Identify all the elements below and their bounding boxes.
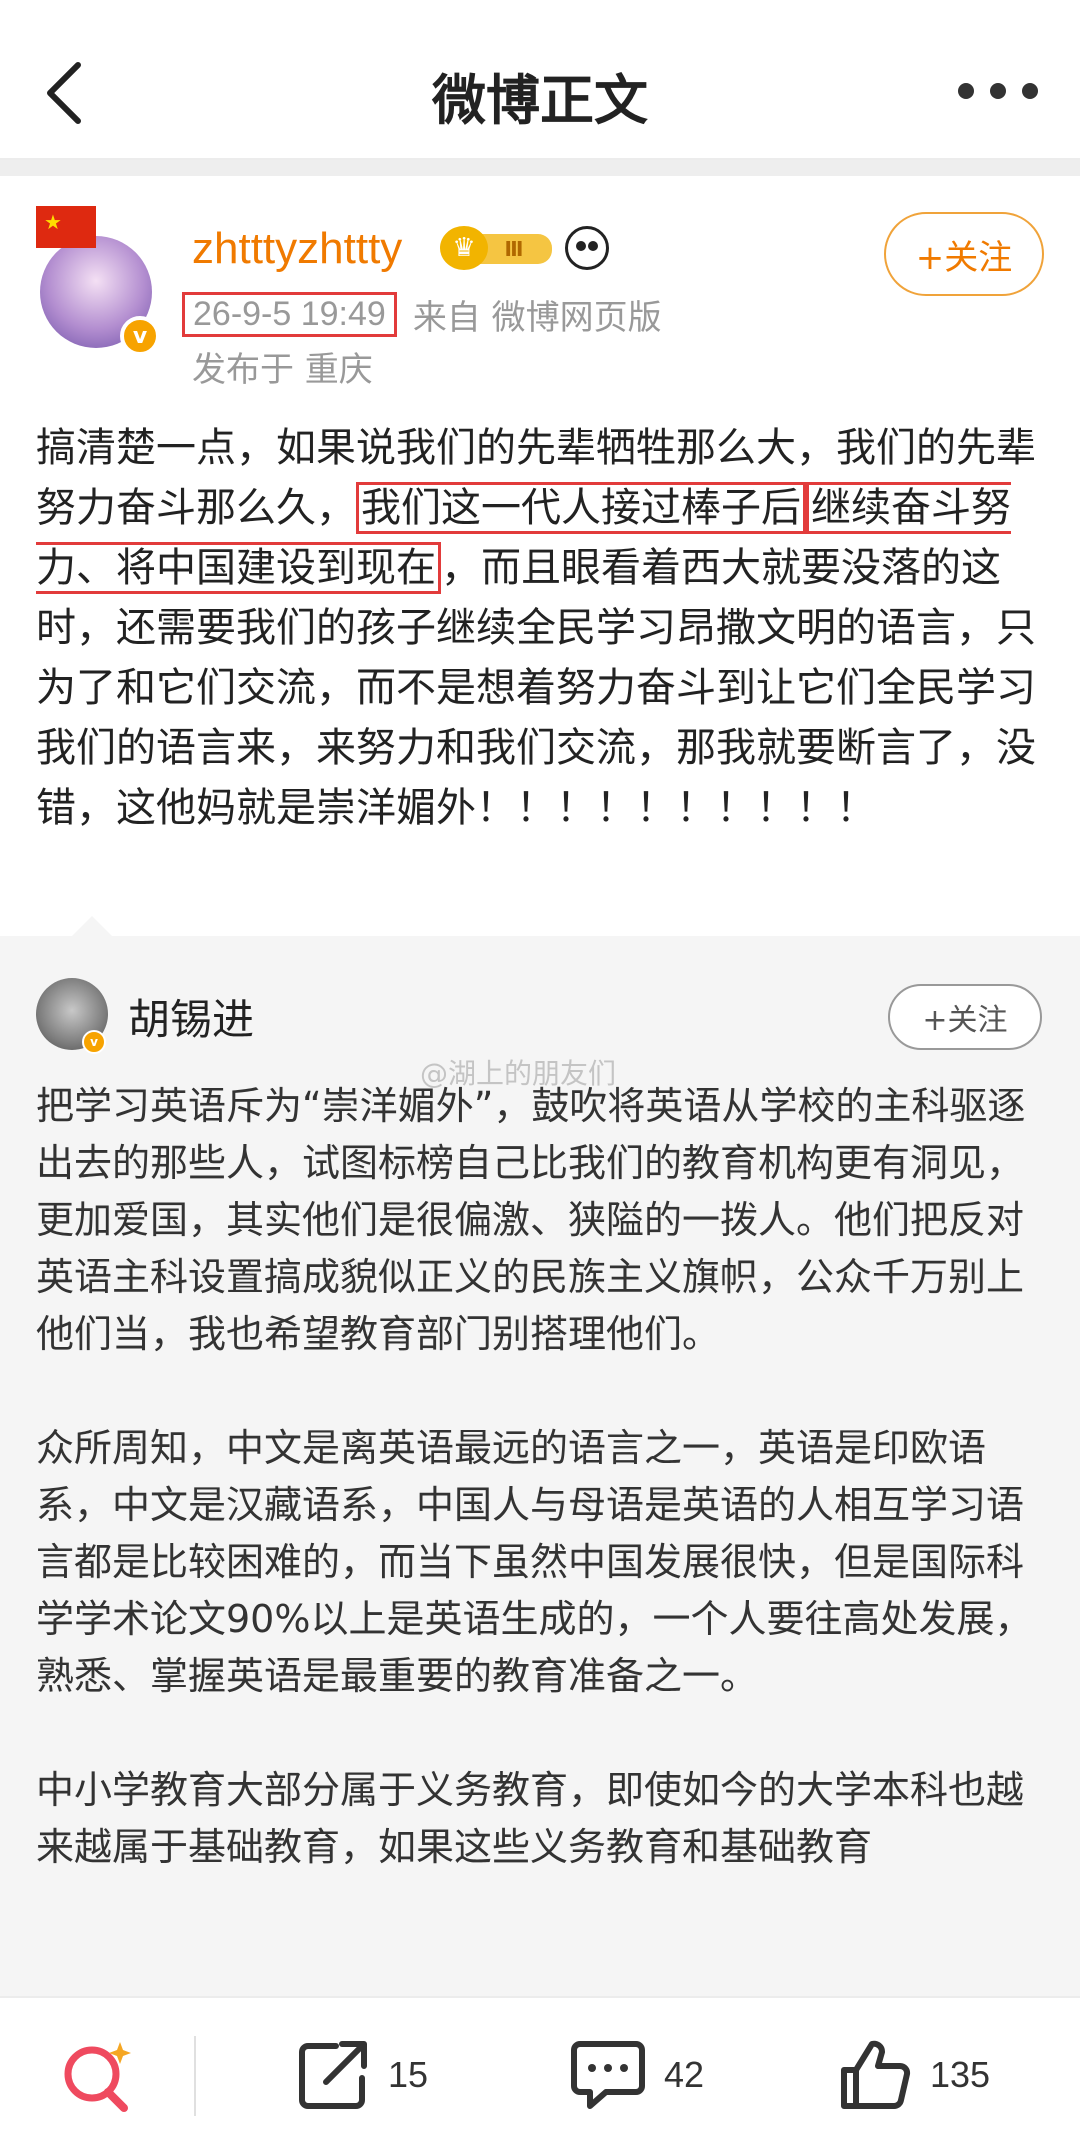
bar-divider (194, 2036, 196, 2116)
like-count: 135 (930, 2054, 991, 2095)
section-divider (0, 160, 1080, 176)
crown-icon: ♛ (440, 226, 488, 270)
reposted-weibo[interactable]: v 胡锡进 +关注 @湖上的朋友们 把学习英语斥为“崇洋媚外”，鼓吹将英语从学校… (0, 916, 1080, 1996)
repost-count: 15 (388, 2054, 429, 2095)
bottom-action-bar: 15 42 135 (0, 1996, 1080, 2146)
post-meta: 26-9-5 19:49 来自 微博网页版 (182, 290, 662, 339)
weibo-post: ★ v zhtttyzhttty Ⅲ ♛ +关注 26-9-5 19:49 来自… (0, 176, 1080, 936)
repost-button[interactable]: 15 (296, 2038, 428, 2112)
more-dot-icon (958, 83, 974, 99)
panda-icon[interactable] (565, 226, 609, 270)
more-options-button[interactable] (958, 76, 1038, 106)
comment-icon (571, 2041, 645, 2109)
post-time: 26-9-5 19:49 (182, 292, 397, 337)
highlighted-text: 我们这一代人接过棒子后 (356, 482, 806, 534)
more-dot-icon (990, 83, 1006, 99)
china-flag-icon: ★ (36, 206, 96, 248)
post-location: 发布于 重庆 (192, 350, 373, 390)
post-content: 搞清楚一点，如果说我们的先辈牺牲那么大，我们的先辈努力奋斗那么久， 我们这一代人接… (36, 418, 1046, 838)
top-nav-bar: 微博正文 (0, 0, 1080, 160)
repost-content: 把学习英语斥为“崇洋媚外”，鼓吹将英语从学校的主科驱逐出去的那些人，试图标榜自己… (36, 1084, 1033, 1869)
repost-follow-button[interactable]: +关注 (888, 984, 1042, 1050)
like-button[interactable]: 135 (838, 2038, 990, 2112)
author-avatar[interactable]: ★ v (36, 206, 161, 371)
share-icon (299, 2041, 367, 2109)
comment-count: 42 (664, 2054, 705, 2095)
repost-author-name[interactable]: 胡锡进 (128, 986, 254, 1047)
post-source: 来自 微博网页版 (412, 298, 662, 338)
repost-pointer (70, 916, 114, 938)
super-search-icon[interactable] (60, 2038, 134, 2112)
vip-badge[interactable]: Ⅲ ♛ (440, 226, 555, 270)
follow-button[interactable]: +关注 (884, 212, 1044, 296)
thumbs-up-icon (841, 2040, 911, 2109)
page-title: 微博正文 (432, 69, 648, 132)
more-dot-icon (1022, 83, 1038, 99)
verified-badge-icon: v (82, 1030, 106, 1054)
verified-badge-icon: v (120, 316, 160, 356)
author-username[interactable]: zhtttyzhttty (192, 224, 402, 274)
comment-button[interactable]: 42 (570, 2038, 704, 2112)
